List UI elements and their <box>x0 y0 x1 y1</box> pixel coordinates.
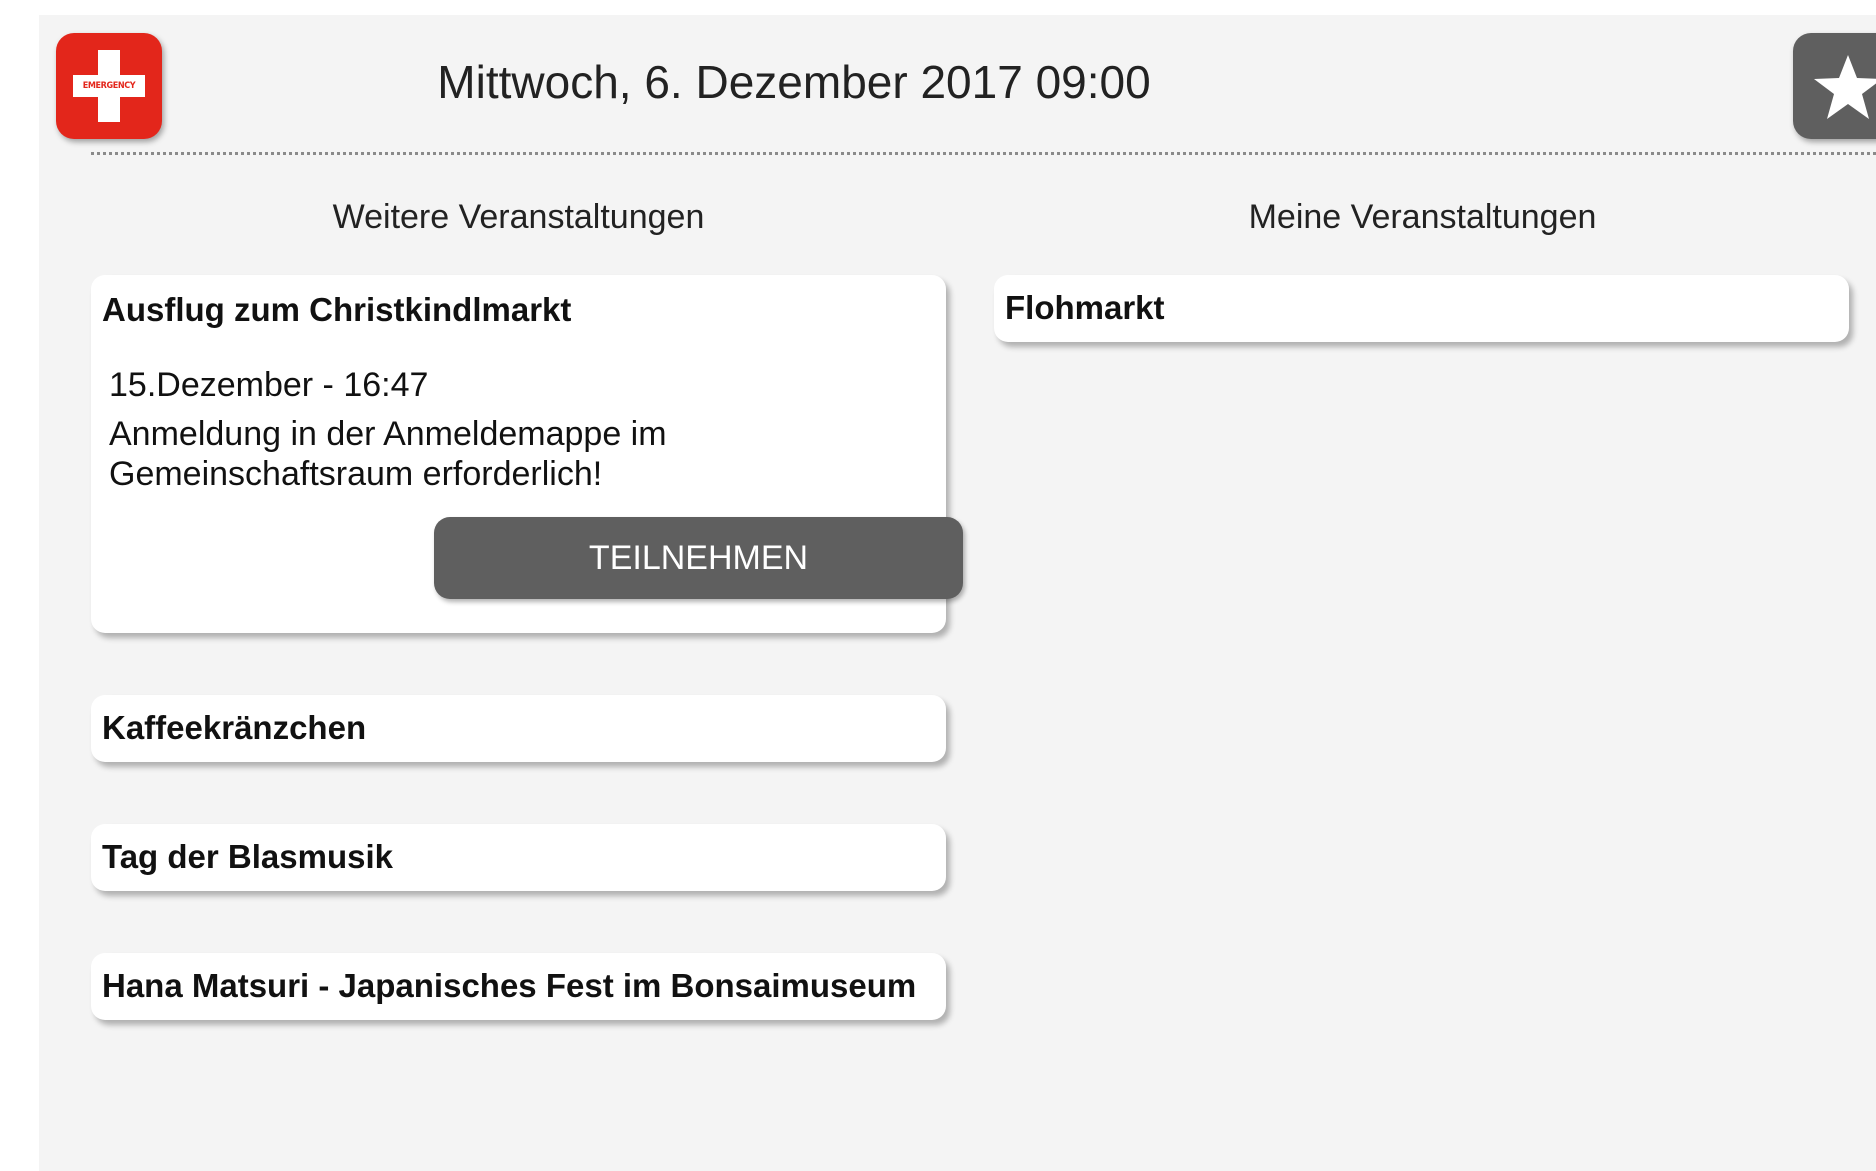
current-datetime: Mittwoch, 6. Dezember 2017 09:00 <box>437 56 1151 108</box>
event-title: Ausflug zum Christkindlmarkt <box>102 291 572 328</box>
other-events-heading: Weitere Veranstaltungen <box>332 198 705 236</box>
event-title: Hana Matsuri - Japanisches Fest im Bonsa… <box>102 967 917 1004</box>
event-date: 15.Dezember - 16:47 <box>109 366 429 404</box>
event-title: Kaffeekränzchen <box>102 709 367 746</box>
join-button[interactable]: TEILNEHMEN <box>434 517 963 599</box>
star-icon <box>1814 55 1876 119</box>
event-card-christkindlmarkt[interactable]: Ausflug zum Christkindlmarkt 15.Dezember… <box>91 275 963 633</box>
event-card-blasmusik[interactable]: Tag der Blasmusik <box>91 824 946 891</box>
event-card-kaffeekraenzchen[interactable]: Kaffeekränzchen <box>91 695 946 762</box>
my-events-heading: Meine Veranstaltungen <box>1248 198 1597 236</box>
header-divider <box>91 152 1876 155</box>
favorites-button[interactable] <box>1793 33 1876 139</box>
event-title: Flohmarkt <box>1005 289 1165 326</box>
my-event-card-flohmarkt[interactable]: Flohmarkt <box>994 275 1849 342</box>
event-title: Tag der Blasmusik <box>102 838 393 875</box>
event-description: Anmeldung in der Anmeldemappe im Gemeins… <box>109 415 667 493</box>
event-card-hana-matsuri[interactable]: Hana Matsuri - Japanisches Fest im Bonsa… <box>91 953 946 1020</box>
app-screen: EMERGENCY Mittwoch, 6. Dezember 2017 09:… <box>39 15 1876 1171</box>
